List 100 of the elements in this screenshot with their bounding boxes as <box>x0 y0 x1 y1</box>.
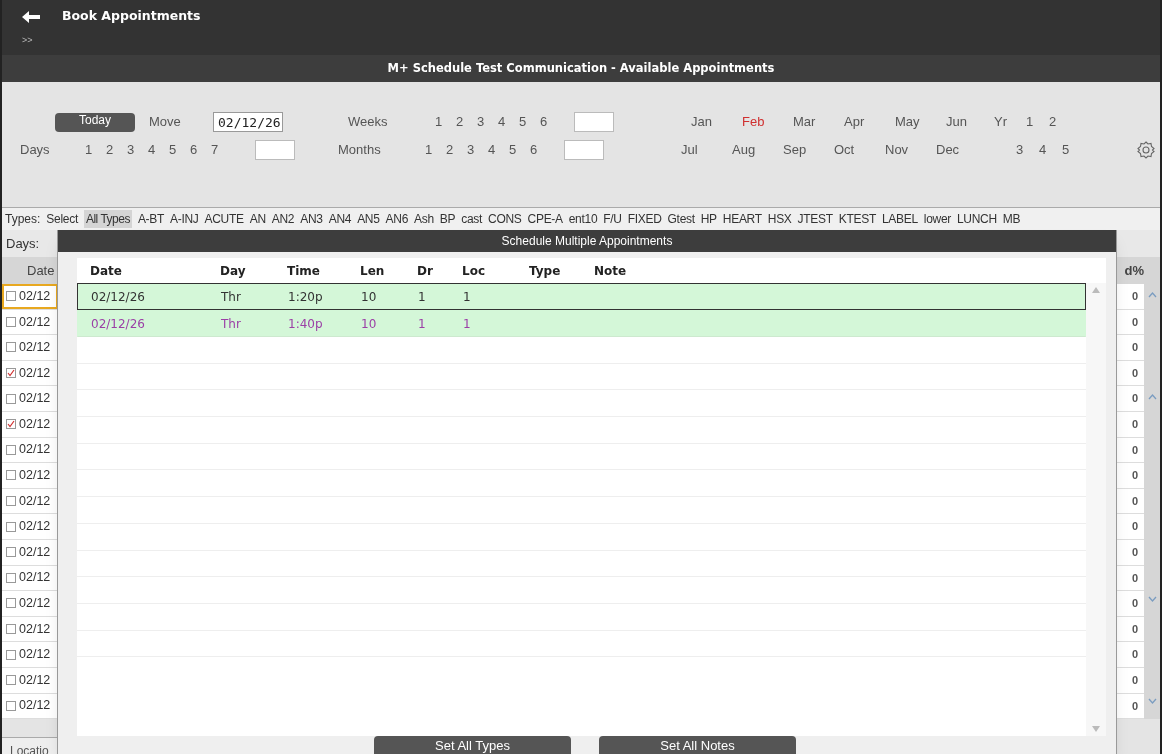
type-filter[interactable]: F/U <box>603 210 622 228</box>
type-filter[interactable]: AN <box>249 210 266 228</box>
row-checkbox[interactable] <box>6 700 16 711</box>
number-link[interactable]: 3 <box>470 112 491 132</box>
month-link[interactable]: Nov <box>885 140 936 160</box>
number-link[interactable]: 2 <box>99 140 120 160</box>
chevron-down-icon[interactable] <box>1147 596 1157 602</box>
number-link[interactable]: 3 <box>460 140 481 160</box>
month-link[interactable]: Apr <box>844 112 895 132</box>
appointment-row[interactable]: 02/12/26 Thr 1:40p 10 1 1 <box>77 310 1086 337</box>
number-link[interactable]: 4 <box>141 140 162 160</box>
month-link[interactable]: Mar <box>793 112 844 132</box>
type-filter[interactable]: A-INJ <box>170 210 199 228</box>
row-checkbox[interactable] <box>6 470 16 481</box>
number-link[interactable]: 4 <box>481 140 502 160</box>
type-filter[interactable]: A-BT <box>137 210 165 228</box>
type-filter[interactable]: JTEST <box>797 210 833 228</box>
date-field[interactable]: 02/12/26 <box>213 112 283 132</box>
row-checkbox[interactable] <box>6 496 16 507</box>
month-link[interactable]: Aug <box>732 140 783 160</box>
month-link[interactable]: Sep <box>783 140 834 160</box>
number-link[interactable]: 7 <box>204 140 225 160</box>
number-link[interactable]: 6 <box>523 140 544 160</box>
month-link[interactable]: Jan <box>691 112 742 132</box>
row-checkbox[interactable] <box>6 649 16 660</box>
type-filter[interactable]: HSX <box>767 210 792 228</box>
scrollbar[interactable] <box>1144 284 1160 720</box>
back-arrow-icon[interactable] <box>22 10 40 23</box>
breadcrumb[interactable]: >> <box>22 34 1160 48</box>
months-field[interactable] <box>564 140 604 160</box>
month-link[interactable]: Dec <box>936 140 987 160</box>
row-checkbox[interactable] <box>6 598 16 609</box>
type-filter[interactable]: BP <box>439 210 456 228</box>
type-filter[interactable]: HEART <box>722 210 762 228</box>
number-link[interactable]: 2 <box>449 112 470 132</box>
row-checkbox[interactable] <box>6 547 16 558</box>
type-filter[interactable]: FIXED <box>627 210 662 228</box>
row-checkbox[interactable] <box>6 368 16 379</box>
type-filter[interactable]: AN3 <box>300 210 323 228</box>
type-filter[interactable]: AN6 <box>385 210 409 228</box>
number-link[interactable]: 6 <box>183 140 204 160</box>
row-checkbox[interactable] <box>6 572 16 583</box>
type-filter[interactable]: KTEST <box>838 210 876 228</box>
month-link[interactable]: Jul <box>681 140 732 160</box>
set-all-button[interactable]: Set All Types <box>374 736 571 754</box>
row-checkbox[interactable] <box>6 675 16 686</box>
row-checkbox[interactable] <box>6 342 16 353</box>
type-filter[interactable]: HP <box>700 210 717 228</box>
row-checkbox[interactable] <box>6 521 16 532</box>
number-link[interactable]: 3 <box>120 140 141 160</box>
month-link[interactable]: Feb <box>742 112 793 132</box>
type-filter[interactable]: CPE-A <box>527 210 563 228</box>
row-checkbox[interactable] <box>6 419 16 430</box>
row-checkbox[interactable] <box>6 316 16 327</box>
chevron-down-icon[interactable] <box>1147 698 1157 704</box>
number-link[interactable]: 2 <box>439 140 460 160</box>
number-link[interactable]: 5 <box>502 140 523 160</box>
row-checkbox[interactable] <box>6 444 16 455</box>
type-filter[interactable]: LUNCH <box>957 210 997 228</box>
scroll-down-icon[interactable] <box>1092 726 1100 732</box>
chevron-up-icon[interactable] <box>1147 394 1157 400</box>
appointment-row[interactable]: 02/12/26 Thr 1:20p 10 1 1 <box>77 283 1086 310</box>
number-link[interactable]: 1 <box>428 112 449 132</box>
type-filter[interactable]: AN5 <box>357 210 380 228</box>
number-link[interactable]: 1 <box>418 140 439 160</box>
type-filter[interactable]: MB <box>1002 210 1021 228</box>
type-filter[interactable]: Ash <box>414 210 434 228</box>
today-button[interactable]: Today <box>55 112 135 132</box>
type-filter[interactable]: cast <box>461 210 483 228</box>
weeks-field[interactable] <box>574 112 614 132</box>
month-link[interactable]: May <box>895 112 946 132</box>
month-link[interactable]: Oct <box>834 140 885 160</box>
row-checkbox[interactable] <box>6 393 16 404</box>
type-filter[interactable]: All Types <box>83 210 132 228</box>
type-filter[interactable]: ent10 <box>568 210 598 228</box>
type-filter[interactable]: ACUTE <box>204 210 244 228</box>
row-checkbox[interactable] <box>6 624 16 634</box>
number-link[interactable]: 4 <box>1031 140 1054 160</box>
number-link[interactable]: 2 <box>1041 112 1064 132</box>
type-filter[interactable]: Select <box>46 210 78 228</box>
chevron-up-icon[interactable] <box>1147 292 1157 298</box>
type-filter[interactable]: Gtest <box>667 210 695 228</box>
type-filter[interactable]: lower <box>923 210 951 228</box>
settings-icon[interactable] <box>1137 141 1155 159</box>
type-filter[interactable]: AN2 <box>271 210 295 228</box>
days-field[interactable] <box>255 140 295 160</box>
number-link[interactable]: 1 <box>1018 112 1041 132</box>
number-link[interactable]: 6 <box>533 112 554 132</box>
row-checkbox[interactable] <box>6 291 16 302</box>
number-link[interactable]: 5 <box>162 140 183 160</box>
number-link[interactable]: 1 <box>78 140 99 160</box>
number-link[interactable]: 3 <box>1008 140 1031 160</box>
type-filter[interactable]: CONS <box>488 210 522 228</box>
set-all-button[interactable]: Set All Notes <box>599 736 796 754</box>
scroll-up-icon[interactable] <box>1092 287 1100 293</box>
number-link[interactable]: 4 <box>491 112 512 132</box>
type-filter[interactable]: AN4 <box>328 210 352 228</box>
number-link[interactable]: 5 <box>512 112 533 132</box>
number-link[interactable]: 5 <box>1054 140 1077 160</box>
type-filter[interactable]: LABEL <box>881 210 918 228</box>
